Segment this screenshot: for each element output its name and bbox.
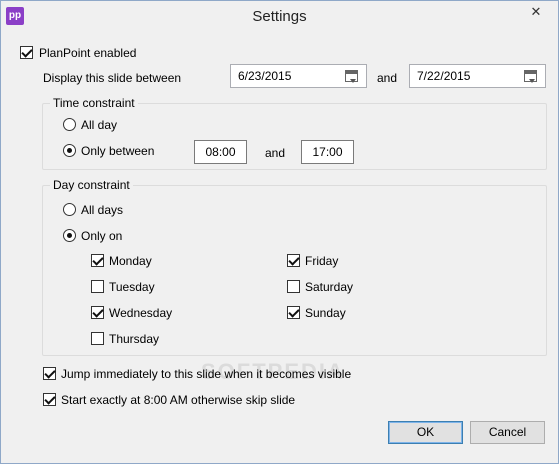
tuesday-label: Tuesday xyxy=(109,280,155,294)
monday-checkbox[interactable] xyxy=(91,254,104,267)
friday-label: Friday xyxy=(305,254,339,268)
start-date-picker[interactable]: 6/23/2015 xyxy=(230,64,367,88)
title-bar: pp Settings ✕ xyxy=(1,1,558,32)
dialog-title: Settings xyxy=(252,8,307,25)
only-between-label: Only between xyxy=(81,144,155,158)
sunday-label: Sunday xyxy=(305,306,346,320)
cancel-button[interactable]: Cancel xyxy=(470,421,545,444)
date-range-and-label: and xyxy=(377,71,398,85)
wednesday-checkbox[interactable] xyxy=(91,306,104,319)
day-constraint-title: Day constraint xyxy=(50,178,133,192)
thursday-checkbox[interactable] xyxy=(91,332,104,345)
sunday-checkbox[interactable] xyxy=(287,306,300,319)
tuesday-checkbox[interactable] xyxy=(91,280,104,293)
thursday-label: Thursday xyxy=(109,332,160,346)
all-day-label: All day xyxy=(81,118,118,132)
end-date-value: 7/22/2015 xyxy=(417,69,471,83)
time-and-label: and xyxy=(265,146,286,160)
calendar-icon[interactable] xyxy=(345,70,358,83)
start-time-input[interactable]: 08:00 xyxy=(194,140,247,164)
all-days-radio[interactable] xyxy=(63,203,76,216)
only-on-radio[interactable] xyxy=(63,229,76,242)
ok-button[interactable]: OK xyxy=(388,421,463,444)
end-date-picker[interactable]: 7/22/2015 xyxy=(409,64,546,88)
end-time-input[interactable]: 17:00 xyxy=(301,140,354,164)
close-icon[interactable]: ✕ xyxy=(520,2,552,22)
start-date-value: 6/23/2015 xyxy=(238,69,292,83)
time-constraint-title: Time constraint xyxy=(50,96,138,110)
planpoint-enabled-label: PlanPoint enabled xyxy=(39,46,137,60)
start-exactly-label: Start exactly at 8:00 AM otherwise skip … xyxy=(61,393,296,407)
only-on-label: Only on xyxy=(81,229,123,243)
display-range-label: Display this slide between xyxy=(43,71,182,85)
start-exactly-checkbox[interactable] xyxy=(43,393,56,406)
jump-immediately-label: Jump immediately to this slide when it b… xyxy=(61,367,352,381)
monday-label: Monday xyxy=(109,254,152,268)
wednesday-label: Wednesday xyxy=(109,306,173,320)
jump-immediately-checkbox[interactable] xyxy=(43,367,56,380)
all-days-label: All days xyxy=(81,203,124,217)
all-day-radio[interactable] xyxy=(63,118,76,131)
planpoint-enabled-checkbox[interactable] xyxy=(20,46,33,59)
saturday-label: Saturday xyxy=(305,280,354,294)
time-constraint-group xyxy=(42,103,547,170)
friday-checkbox[interactable] xyxy=(287,254,300,267)
only-between-radio[interactable] xyxy=(63,144,76,157)
calendar-icon[interactable] xyxy=(524,70,537,83)
settings-dialog: pp Settings ✕ PlanPoint enabled Display … xyxy=(0,0,559,464)
saturday-checkbox[interactable] xyxy=(287,280,300,293)
